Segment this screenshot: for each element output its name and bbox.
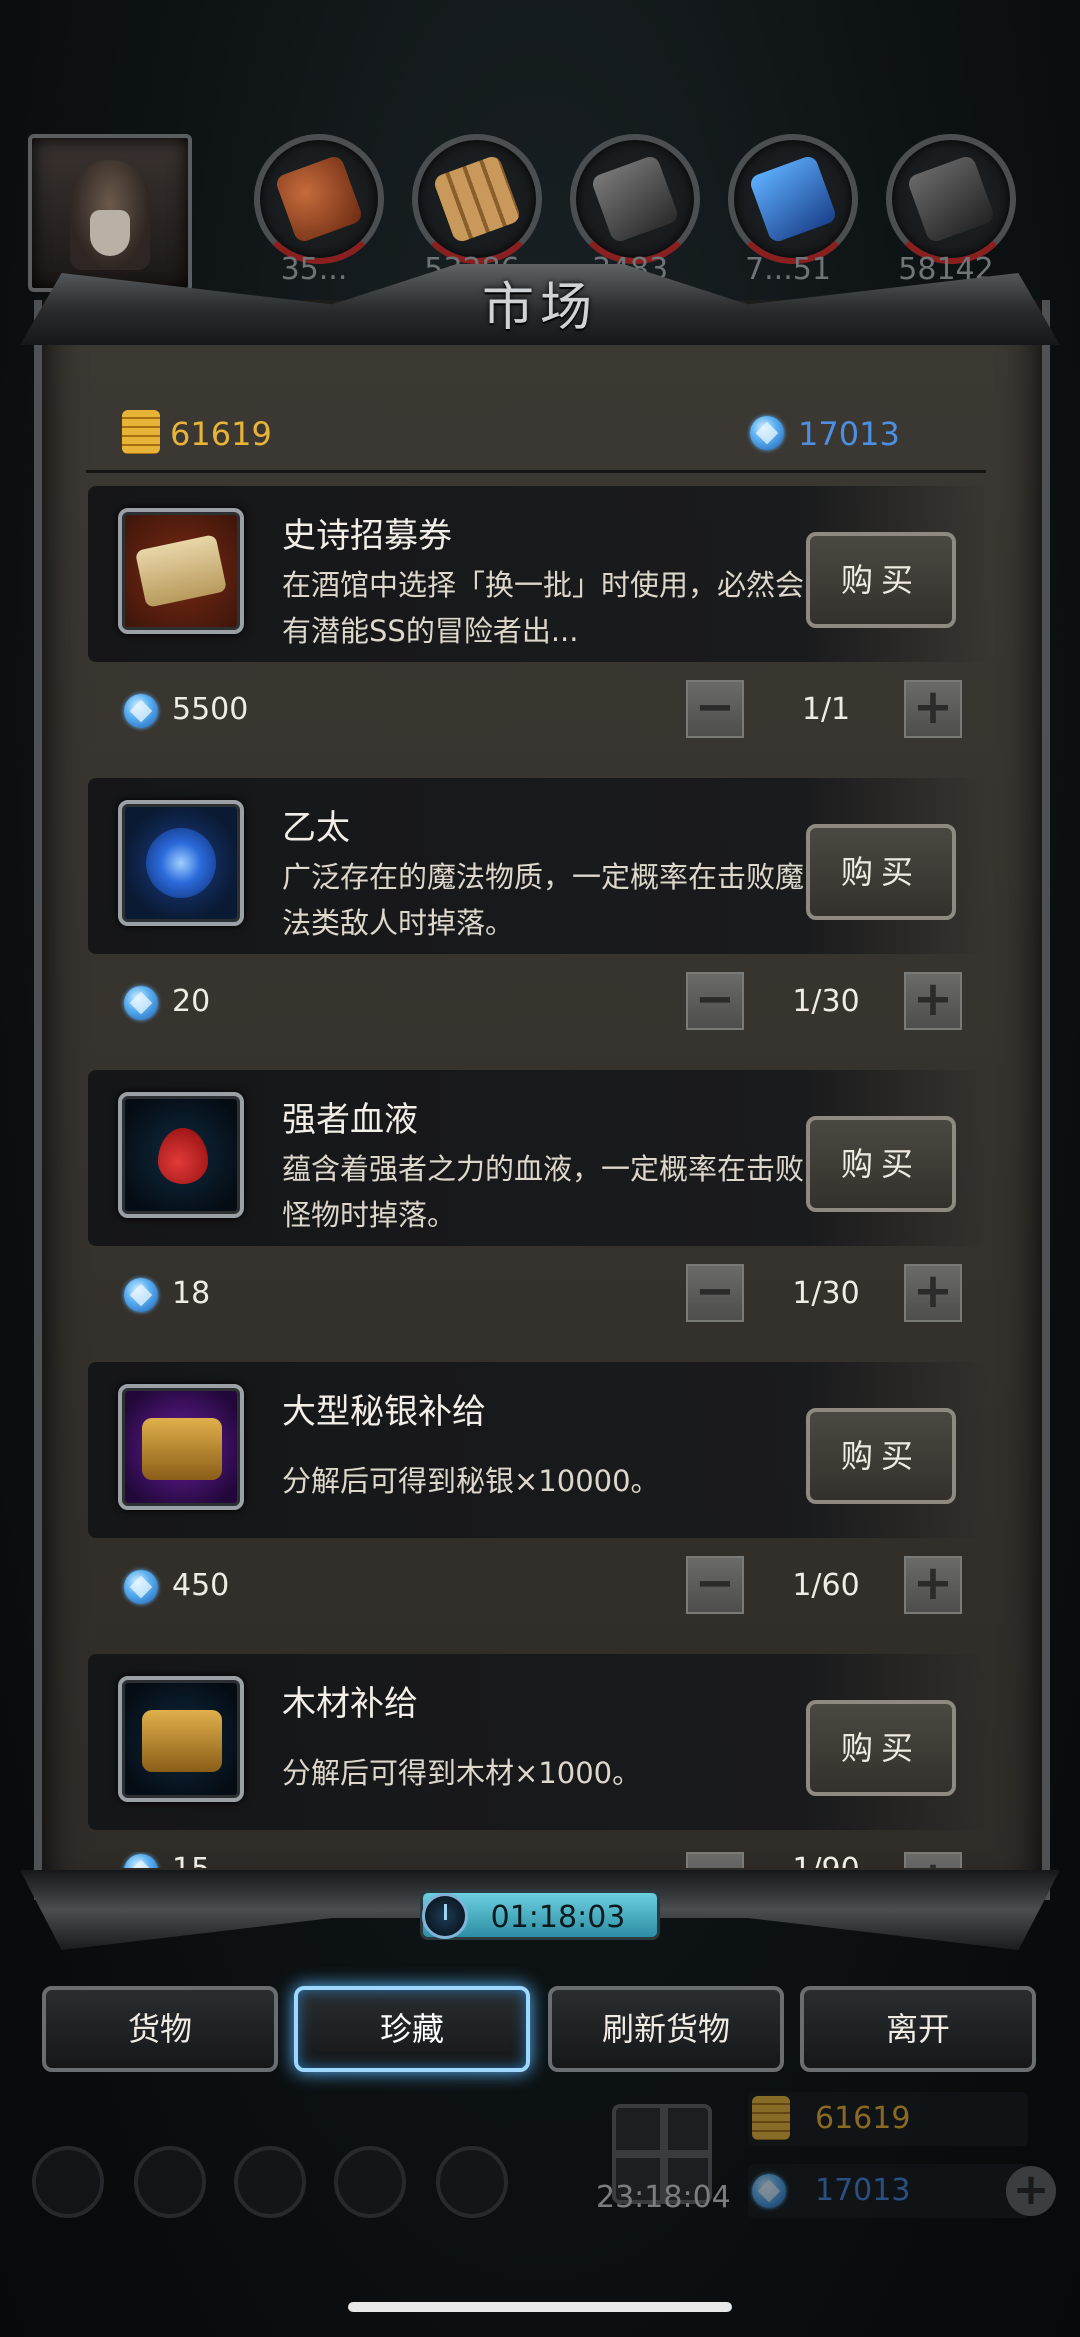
- item-description: 广泛存在的魔法物质，一定概率在击败魔法类敌人时掉落。: [282, 860, 805, 940]
- gold-coin-icon: [752, 2096, 790, 2140]
- gem-icon: [752, 2174, 786, 2208]
- buy-button[interactable]: 购买: [806, 532, 956, 628]
- gift-timer: 23:18:04: [596, 2180, 731, 2215]
- beard-shape: [90, 210, 130, 256]
- divider: [86, 470, 986, 473]
- stone-resource[interactable]: [886, 134, 1016, 264]
- item-name: 大型秘银补给: [282, 1392, 486, 1432]
- meat-resource[interactable]: [254, 134, 384, 264]
- decrease-qty-button[interactable]: −: [686, 1264, 744, 1322]
- blood-drop-icon[interactable]: [118, 1092, 244, 1218]
- chest-icon[interactable]: [118, 1676, 244, 1802]
- item-description: 分解后可得到木材×1000。: [282, 1756, 642, 1790]
- hud-gold-amount: 61619: [815, 2101, 911, 2136]
- item-5-footer-clip: 15 − 1/90 +: [88, 1852, 988, 1868]
- item-name: 强者血液: [282, 1100, 418, 1140]
- item-quantity: 1/30: [792, 1276, 860, 1311]
- buy-button[interactable]: 购买: [806, 1700, 956, 1796]
- buy-button[interactable]: 购买: [806, 1408, 956, 1504]
- decrease-qty-button[interactable]: −: [686, 1852, 744, 1868]
- market-item: 史诗招募券 在酒馆中选择「换一批」时使用，必然会有潜能SS的冒险者出... 购买: [88, 486, 988, 662]
- wood-icon: [432, 154, 522, 244]
- item-description: 蕴含着强者之力的血液，一定概率在击败怪物时掉落。: [282, 1152, 805, 1232]
- gem-icon: [124, 1278, 158, 1312]
- item-price: 450: [172, 1568, 230, 1603]
- decrease-qty-button[interactable]: −: [686, 972, 744, 1030]
- hero-portrait[interactable]: [28, 134, 192, 292]
- shield-icon[interactable]: [134, 2146, 206, 2218]
- meat-icon: [274, 154, 364, 244]
- hud-gem-amount: 17013: [815, 2173, 911, 2208]
- stone-icon: [906, 154, 996, 244]
- item-quantity: 1/30: [792, 984, 860, 1019]
- item-price: 18: [172, 1276, 211, 1311]
- wood-resource[interactable]: [412, 134, 542, 264]
- iron-resource[interactable]: [570, 134, 700, 264]
- gem-icon: [124, 986, 158, 1020]
- item-description: 分解后可得到秘银×10000。: [282, 1464, 660, 1498]
- gem-icon: [750, 416, 784, 450]
- item-quantity: 1/1: [801, 692, 851, 727]
- market-item: 强者血液 蕴含着强者之力的血液，一定概率在击败怪物时掉落。 购买: [88, 1070, 988, 1246]
- iron-icon: [590, 154, 680, 244]
- item-price: 20: [172, 984, 211, 1019]
- meat-count: 35...: [280, 252, 348, 287]
- increase-qty-button[interactable]: +: [904, 1852, 962, 1868]
- item-name: 史诗招募券: [282, 516, 452, 556]
- buy-button[interactable]: 购买: [806, 1116, 956, 1212]
- item-name: 乙太: [282, 808, 350, 848]
- settings-icon[interactable]: [32, 2146, 104, 2218]
- castle-icon[interactable]: [234, 2146, 306, 2218]
- buy-button[interactable]: 购买: [806, 824, 956, 920]
- leave-button[interactable]: 离开: [800, 1986, 1036, 2072]
- scroll-icon[interactable]: [118, 508, 244, 634]
- decrease-qty-button[interactable]: −: [686, 680, 744, 738]
- item-description: 在酒馆中选择「换一批」时使用，必然会有潜能SS的冒险者出...: [282, 568, 805, 648]
- crystal-resource[interactable]: [728, 134, 858, 264]
- gem-icon: [124, 1570, 158, 1604]
- item-price: 5500: [172, 692, 249, 727]
- cart-icon[interactable]: [436, 2146, 508, 2218]
- panel-title: 市场: [481, 278, 598, 338]
- market-item: 大型秘银补给 分解后可得到秘银×10000。 购买: [88, 1362, 988, 1538]
- gold-coin-icon: [122, 410, 160, 454]
- item-name: 木材补给: [282, 1684, 418, 1724]
- increase-qty-button[interactable]: +: [904, 972, 962, 1030]
- gold-amount: 61619: [170, 415, 272, 453]
- increase-qty-button[interactable]: +: [904, 1264, 962, 1322]
- item-price: 15: [172, 1852, 210, 1868]
- market-item: 乙太 广泛存在的魔法物质，一定概率在击败魔法类敌人时掉落。 购买: [88, 778, 988, 954]
- increase-qty-button[interactable]: +: [904, 680, 962, 738]
- market-item: 木材补给 分解后可得到木材×1000。 购买: [88, 1654, 988, 1830]
- chest-icon[interactable]: [118, 1384, 244, 1510]
- map-icon[interactable]: [334, 2146, 406, 2218]
- crystal-icon: [748, 154, 838, 244]
- item-quantity: 1/60: [792, 1568, 860, 1603]
- tab-goods[interactable]: 货物: [42, 1986, 278, 2072]
- item-quantity: 1/90: [756, 1852, 896, 1868]
- ether-orb-icon[interactable]: [118, 800, 244, 926]
- gem-icon: [124, 694, 158, 728]
- crystal-count: 7...51: [745, 252, 831, 287]
- clock-icon: [422, 1893, 468, 1939]
- gem-icon: [124, 1854, 158, 1868]
- gem-amount: 17013: [798, 415, 900, 453]
- add-gems-button[interactable]: +: [1006, 2166, 1056, 2216]
- refresh-goods-button[interactable]: 刷新货物: [548, 1986, 784, 2072]
- tab-treasures[interactable]: 珍藏: [294, 1986, 530, 2072]
- decrease-qty-button[interactable]: −: [686, 1556, 744, 1614]
- increase-qty-button[interactable]: +: [904, 1556, 962, 1614]
- home-indicator[interactable]: [348, 2302, 732, 2312]
